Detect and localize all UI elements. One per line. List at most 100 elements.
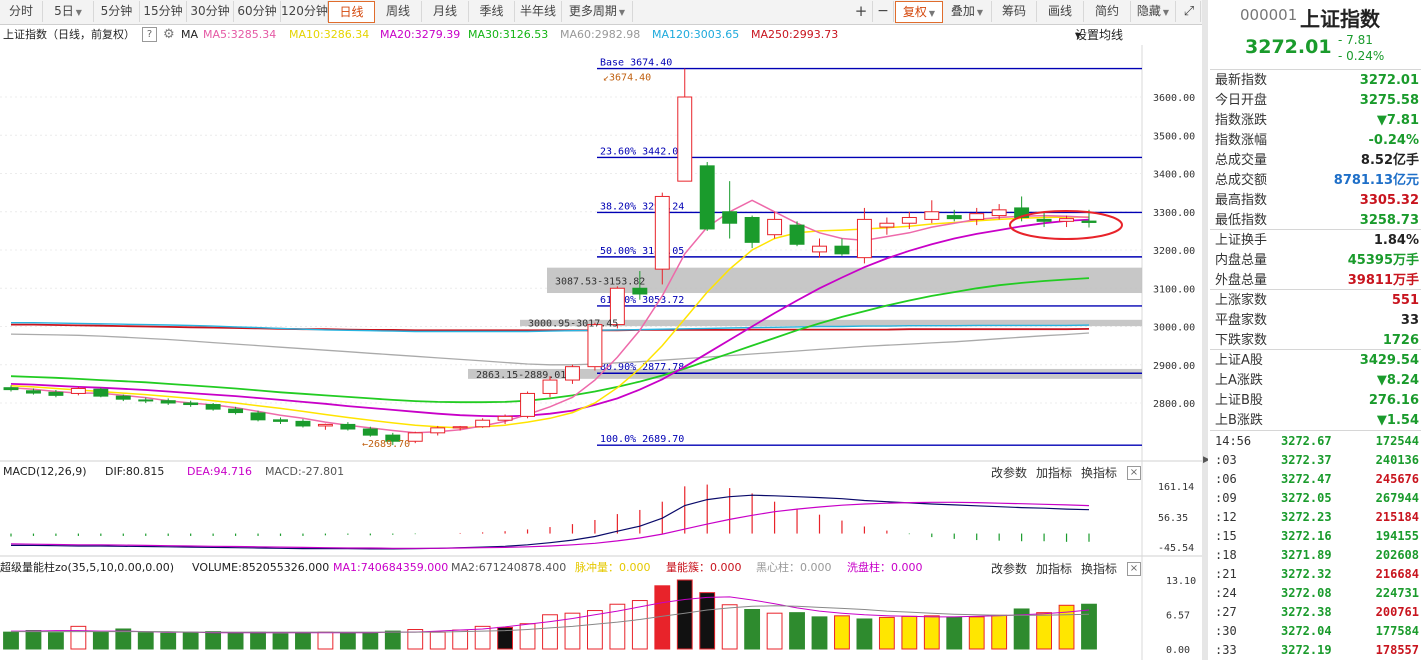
tab-15min[interactable]: 15分钟: [140, 1, 187, 22]
tab-more-label: 更多周期: [568, 4, 617, 18]
quote-row: 总成交量 8.52亿手: [1215, 151, 1419, 171]
zone-annotation: 3000.95-3017.45: [528, 319, 618, 330]
tab-monthly[interactable]: 月线: [422, 1, 469, 22]
ma-settings-button[interactable]: 设置均线 ▾: [1075, 25, 1123, 45]
tick-volume: 200761: [1375, 605, 1419, 619]
chip-button[interactable]: 筹码: [992, 1, 1037, 22]
volume-bar: [429, 631, 446, 650]
quote-label: 上证换手: [1215, 233, 1268, 248]
volume-bar: [339, 632, 356, 650]
adjust-button[interactable]: 复权 ▼: [895, 1, 943, 23]
hide-button[interactable]: 隐藏 ▼: [1131, 1, 1176, 22]
fib-level-label: Base 3674.40: [600, 58, 672, 69]
zone-annotation: 3087.53-3153.82: [555, 277, 645, 288]
volume-bar: [92, 631, 109, 650]
price-tick-label: 2900.00: [1153, 361, 1195, 372]
ma20-value: MA20:3279.39: [380, 28, 461, 41]
candle-body: [1059, 218, 1075, 222]
volume-title: 超级量能柱zo(35,5,10,0.00,0.00): [0, 561, 175, 574]
tick-row: :21 3272.32 216684: [1215, 565, 1419, 584]
quote-value: -0.24%: [1368, 133, 1420, 148]
quote-row: 上证A股 3429.54: [1215, 351, 1419, 371]
volume-bar: [295, 632, 311, 650]
candle-body: [1036, 218, 1052, 222]
volume-bar: [878, 616, 895, 650]
tick-price: 3272.67: [1281, 434, 1332, 448]
volume-change-params-button[interactable]: 改参数: [991, 560, 1027, 577]
volume-bar: [968, 616, 985, 650]
ma60-value: MA60:2982.98: [560, 28, 641, 41]
volume-bar: [384, 630, 401, 650]
candle-body: [228, 408, 244, 414]
macd-value: MACD:-27.801: [265, 465, 345, 478]
ma5-value: MA5:3285.34: [203, 28, 277, 41]
tick-price: 3272.32: [1281, 567, 1332, 581]
zoom-out-button[interactable]: −: [873, 1, 894, 22]
simple-button[interactable]: 简约: [1084, 1, 1131, 22]
price-change: - 7.81 - 0.24%: [1338, 32, 1384, 64]
macd-add-indicator-button[interactable]: 加指标: [1036, 464, 1072, 481]
close-icon[interactable]: ×: [1127, 562, 1141, 576]
volume-bar: [137, 632, 154, 650]
volume-bar: [811, 616, 828, 650]
macd-dea: DEA:94.716: [187, 465, 252, 478]
chevron-down-icon: ▼: [1162, 8, 1170, 17]
volume-tick-label: 6.57: [1166, 610, 1190, 621]
quote-row: 总成交额 8781.13亿元: [1215, 171, 1419, 191]
quote-label: 指数涨跌: [1215, 113, 1268, 128]
help-icon[interactable]: ?: [142, 27, 157, 42]
tab-60min[interactable]: 60分钟: [234, 1, 281, 22]
gear-icon[interactable]: ⚙: [163, 25, 175, 45]
volume-add-indicator-button[interactable]: 加指标: [1036, 560, 1072, 577]
candle-body: [3, 387, 19, 391]
draw-line-button[interactable]: 画线: [1037, 1, 1084, 22]
ma-label: MA: [181, 28, 199, 41]
zoom-in-button[interactable]: +: [850, 1, 873, 22]
tab-weekly[interactable]: 周线: [375, 1, 422, 22]
volume-bar: [834, 615, 850, 650]
tick-price: 3272.08: [1281, 586, 1332, 600]
change-percent: - 0.24%: [1338, 49, 1385, 63]
candle-body: [295, 420, 311, 427]
quote-row: 最高指数 3305.32: [1215, 191, 1419, 211]
quote-label: 最低指数: [1215, 213, 1268, 228]
volume-bar: [542, 614, 558, 650]
quote-label: 上B涨跌: [1215, 413, 1263, 428]
volume-bar: [160, 632, 177, 650]
tick-price: 3271.89: [1281, 548, 1332, 562]
candle-body: [969, 213, 985, 220]
volume-bar: [923, 615, 940, 650]
tab-timeshare[interactable]: 分时: [0, 1, 43, 22]
tab-120min[interactable]: 120分钟: [281, 1, 328, 22]
macd-change-params-button[interactable]: 改参数: [991, 464, 1027, 481]
low-annotation: ←2689.70: [362, 439, 410, 450]
tab-more-periods[interactable]: 更多周期 ▼: [562, 1, 633, 22]
hide-label: 隐藏: [1136, 4, 1161, 18]
volume-bar: [362, 632, 379, 650]
tab-halfyear[interactable]: 半年线: [515, 1, 562, 22]
quote-value: 3272.01: [1359, 73, 1419, 88]
fullscreen-icon[interactable]: ⤢: [1178, 1, 1201, 22]
quote-value: ▼1.54: [1376, 413, 1419, 428]
candle-body: [924, 211, 940, 220]
macd-switch-indicator-button[interactable]: 换指标: [1081, 464, 1117, 481]
overlay-button[interactable]: 叠加 ▼: [943, 1, 992, 22]
quote-label: 上涨家数: [1215, 293, 1268, 308]
tab-30min[interactable]: 30分钟: [187, 1, 234, 22]
tab-5day[interactable]: 5日 ▼: [43, 1, 94, 22]
candle-body: [1081, 220, 1097, 223]
volume-bar: [946, 616, 963, 650]
candle-body: [160, 400, 176, 404]
price-tick-label: 3300.00: [1153, 208, 1195, 219]
tab-quarterly[interactable]: 季线: [469, 1, 515, 22]
candle-body: [834, 245, 850, 255]
tick-volume: 240136: [1375, 453, 1419, 467]
tab-daily[interactable]: 日线: [328, 1, 375, 23]
quote-value: 3275.58: [1359, 93, 1419, 108]
candle-body: [632, 287, 648, 295]
tab-5min[interactable]: 5分钟: [94, 1, 140, 22]
volume-switch-indicator-button[interactable]: 换指标: [1081, 560, 1117, 577]
price-tick-label: 3500.00: [1153, 131, 1195, 142]
close-icon[interactable]: ×: [1127, 466, 1141, 480]
ma10-value: MA10:3286.34: [289, 28, 370, 41]
